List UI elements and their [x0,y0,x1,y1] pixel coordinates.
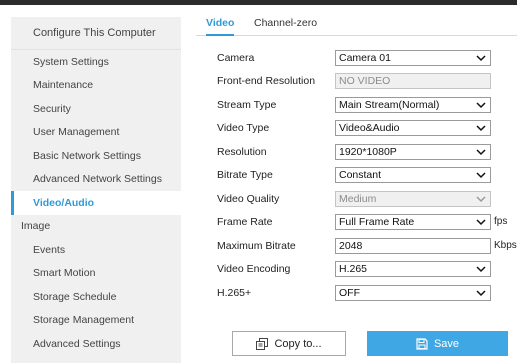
video-type-label: Video Type [217,122,270,134]
sidebar-item-events[interactable]: Events [11,238,181,262]
front-end-resolution-value: NO VIDEO [339,75,391,87]
max-bitrate-row: Maximum Bitrate 2048 Kbps [217,238,517,254]
bitrate-type-value: Constant [339,169,382,181]
chevron-down-icon [476,125,486,132]
video-type-select[interactable]: Video&Audio [335,120,491,136]
frame-rate-unit: fps [494,216,508,227]
sidebar-item-storage-schedule[interactable]: Storage Schedule [11,285,181,309]
frame-rate-value: Full Frame Rate [339,216,415,228]
resolution-select[interactable]: 1920*1080P [335,144,491,160]
h265plus-select[interactable]: OFF [335,285,491,301]
max-bitrate-unit: Kbps [494,240,517,251]
sidebar-item-image[interactable]: Image [11,215,181,239]
video-type-value: Video&Audio [339,122,400,134]
max-bitrate-value: 2048 [339,240,363,252]
resolution-value: 1920*1080P [339,146,397,158]
front-end-resolution-field: NO VIDEO [335,73,491,89]
video-encoding-label: Video Encoding [217,263,291,275]
chevron-down-icon [476,196,486,203]
copy-to-button[interactable]: Copy to... [232,331,346,356]
sidebar-item-smart-motion[interactable]: Smart Motion [11,262,181,286]
copy-icon [256,337,269,350]
camera-select-value: Camera 01 [339,52,391,64]
sidebar-item-advanced-settings[interactable]: Advanced Settings [11,332,181,356]
frame-rate-row: Frame Rate Full Frame Rate fps [217,214,517,230]
h265plus-label: H.265+ [217,287,252,299]
tab-video[interactable]: Video [206,13,235,36]
video-quality-select: Medium [335,191,491,207]
h265plus-row: H.265+ OFF [217,285,517,301]
resolution-row: Resolution 1920*1080P [217,144,517,160]
chevron-down-icon [476,290,486,297]
tab-channel-zero[interactable]: Channel-zero [254,13,317,36]
video-encoding-value: H.265 [339,263,368,275]
bitrate-type-label: Bitrate Type [217,169,273,181]
stream-type-value: Main Stream(Normal) [339,99,440,111]
sidebar-header: Configure This Computer [11,17,181,50]
sidebar: Configure This Computer System Settings … [11,17,181,363]
save-label: Save [433,337,460,350]
video-encoding-row: Video Encoding H.265 [217,261,517,277]
resolution-label: Resolution [217,146,267,158]
video-quality-label: Video Quality [217,193,280,205]
h265plus-value: OFF [339,287,360,299]
video-quality-value: Medium [339,193,377,205]
frame-rate-select[interactable]: Full Frame Rate [335,214,491,230]
front-end-resolution-label: Front-end Resolution [217,75,316,87]
video-type-row: Video Type Video&Audio [217,120,517,136]
camera-select[interactable]: Camera 01 [335,50,491,66]
stream-type-row: Stream Type Main Stream(Normal) [217,97,517,113]
camera-row: Camera Camera 01 [217,50,517,66]
sidebar-item-advanced-network-settings[interactable]: Advanced Network Settings [11,168,181,192]
bitrate-type-row: Bitrate Type Constant [217,167,517,183]
max-bitrate-label: Maximum Bitrate [217,240,296,252]
video-encoding-select[interactable]: H.265 [335,261,491,277]
sidebar-item-system-settings[interactable]: System Settings [11,50,181,74]
copy-to-label: Copy to... [274,337,322,350]
chevron-down-icon [476,266,486,273]
save-button[interactable]: Save [367,331,508,356]
sidebar-item-storage-management[interactable]: Storage Management [11,309,181,333]
sidebar-item-basic-network-settings[interactable]: Basic Network Settings [11,144,181,168]
sidebar-item-video-audio[interactable]: Video/Audio [11,191,181,215]
chevron-down-icon [476,149,486,156]
chevron-down-icon [476,219,486,226]
stream-type-label: Stream Type [217,99,277,111]
frame-rate-label: Frame Rate [217,216,273,228]
camera-label: Camera [217,52,255,64]
top-bar [0,0,517,5]
front-end-resolution-row: Front-end Resolution NO VIDEO [217,73,517,89]
chevron-down-icon [476,102,486,109]
stream-type-select[interactable]: Main Stream(Normal) [335,97,491,113]
sidebar-item-maintenance[interactable]: Maintenance [11,74,181,98]
video-quality-row: Video Quality Medium [217,191,517,207]
chevron-down-icon [476,55,486,62]
chevron-down-icon [476,172,486,179]
tab-bar: Video Channel-zero [196,13,517,36]
save-icon [416,337,428,350]
sidebar-item-user-management[interactable]: User Management [11,121,181,145]
bitrate-type-select[interactable]: Constant [335,167,491,183]
sidebar-item-security[interactable]: Security [11,97,181,121]
max-bitrate-input[interactable]: 2048 [335,238,491,254]
